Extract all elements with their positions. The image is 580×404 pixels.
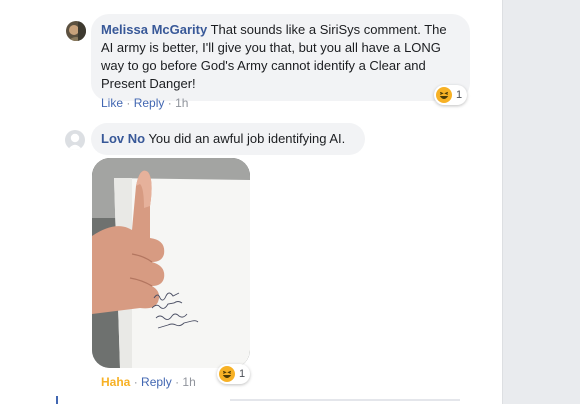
reaction-count-label: 1 — [456, 89, 463, 101]
reaction-count-label: 1 — [239, 368, 246, 380]
comment-bubble: Melissa McGarity That sounds like a Siri… — [91, 14, 470, 101]
separator: · — [175, 375, 180, 389]
separator: · — [167, 96, 172, 110]
comment-text: You did an awful job identifying AI. — [148, 131, 346, 146]
haha-emoji-icon — [219, 366, 235, 382]
avatar[interactable] — [65, 130, 85, 150]
comment-photo[interactable] — [92, 158, 250, 368]
comment-author[interactable]: Melissa McGarity — [101, 22, 207, 37]
reaction-count[interactable]: 1 — [434, 85, 468, 105]
reply-link[interactable]: Reply — [134, 96, 165, 110]
reply-link[interactable]: Reply — [141, 375, 172, 389]
like-link[interactable]: Like — [101, 96, 123, 110]
comment-actions: Like · Reply · 1h — [101, 96, 188, 110]
haha-emoji-icon — [436, 87, 452, 103]
avatar[interactable] — [66, 21, 86, 41]
reaction-count[interactable]: 1 — [217, 364, 251, 384]
comment-author[interactable]: Lov No — [101, 131, 145, 146]
timestamp[interactable]: 1h — [182, 375, 195, 389]
right-sidebar-gutter — [502, 0, 580, 404]
comment-actions: Haha · Reply · 1h — [101, 375, 196, 389]
separator: · — [126, 96, 131, 110]
next-comment-edge — [230, 399, 460, 401]
timestamp[interactable]: 1h — [175, 96, 188, 110]
comment-bubble: Lov No You did an awful job identifying … — [91, 123, 365, 155]
separator: · — [133, 375, 138, 389]
haha-reaction-link[interactable]: Haha — [101, 375, 130, 389]
thread-line — [56, 396, 58, 404]
